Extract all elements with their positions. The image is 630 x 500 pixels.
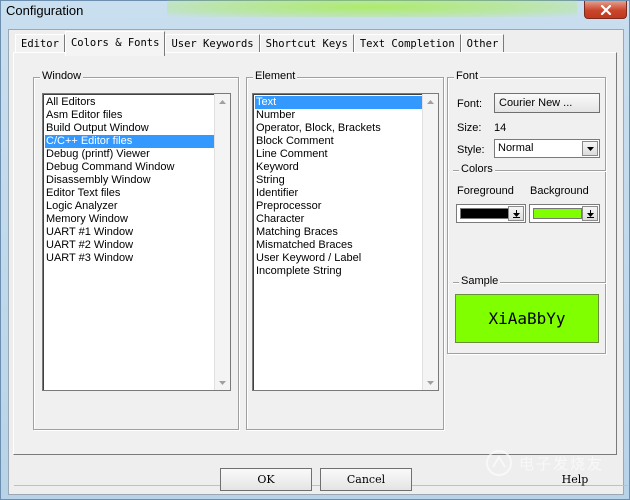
element-listbox[interactable]: Text Number Operator, Block, Brackets Block… [252,93,439,391]
foreground-swatch [460,208,509,219]
dialog-client: Editor Colors & Fonts User Keywords Shor… [8,29,628,495]
watermark-text: 电子发烧友 [519,454,605,473]
scroll-down-icon[interactable] [423,375,438,390]
chevron-down-icon [586,146,594,151]
logo-icon [486,450,512,476]
scroll-down-icon[interactable] [215,375,230,390]
element-list-item[interactable]: Operator, Block, Brackets [255,122,438,135]
tab-other[interactable]: Other [460,34,505,54]
background-color-dropdown[interactable] [529,204,600,223]
element-list-item[interactable]: User Keyword / Label [255,252,438,265]
close-button[interactable] [584,1,627,19]
element-list-item[interactable]: Number [255,109,438,122]
size-label: Size: [457,122,482,134]
element-list-scrollbar[interactable] [422,94,438,390]
cancel-button[interactable]: Cancel [320,468,412,491]
style-dropdown[interactable]: Normal [494,139,600,158]
font-group-label: Font [454,70,481,82]
scroll-up-icon[interactable] [215,94,230,109]
window-list: All Editors Asm Editor files Build Output … [43,94,230,265]
element-list-item[interactable]: Character [255,213,438,226]
window-list-item[interactable]: Disassembly Window [45,174,230,187]
window-list-item[interactable]: Memory Window [45,213,230,226]
colors-group: Colors Foreground Background [453,163,606,236]
scroll-up-icon[interactable] [423,94,438,109]
style-value: Normal [498,142,534,154]
window-list-item[interactable]: UART #3 Window [45,252,230,265]
element-list-item[interactable]: Text [255,96,438,109]
window-list-item[interactable]: Asm Editor files [45,109,230,122]
element-list-item[interactable]: Block Comment [255,135,438,148]
tab-text-completion[interactable]: Text Completion [353,34,461,54]
title-bar[interactable]: Configuration [1,0,629,23]
tab-colors-fonts[interactable]: Colors & Fonts [64,31,166,56]
watermark: 电子发烧友 [485,449,604,477]
size-value: 14 [494,122,507,134]
window-list-item[interactable]: Debug Command Window [45,161,230,174]
colors-group-label: Colors [459,163,495,175]
element-group-label: Element [253,70,298,82]
foreground-label: Foreground [457,185,514,197]
colors-fonts-panel: Window All Editors Asm Editor files Build … [13,52,628,486]
element-group: Element Text Number Operator, Block, Brack… [246,70,444,430]
foreground-color-dropdown[interactable] [456,204,526,223]
font-label: Font: [457,98,483,110]
title-glow [167,0,577,17]
style-label: Style: [457,144,485,156]
window-list-item[interactable]: Logic Analyzer [45,200,230,213]
sample-group-label: Sample [459,275,501,287]
element-list-item[interactable]: Mismatched Braces [255,239,438,252]
element-list: Text Number Operator, Block, Brackets Block… [253,94,438,278]
tab-shortcut-keys[interactable]: Shortcut Keys [259,34,354,54]
down-arrow-line-icon [512,209,520,218]
element-list-item[interactable]: String [255,174,438,187]
dropdown-arrow-button[interactable] [582,206,598,221]
element-list-item[interactable]: Keyword [255,161,438,174]
window-listbox[interactable]: All Editors Asm Editor files Build Output … [42,93,231,391]
ok-button[interactable]: OK [220,468,312,491]
background-label: Background [530,185,589,197]
tab-strip: Editor Colors & Fonts User Keywords Shor… [15,31,505,56]
window-group: Window All Editors Asm Editor files Build … [33,70,239,430]
window-list-item[interactable]: C/C++ Editor files [45,135,230,148]
element-list-item[interactable]: Identifier [255,187,438,200]
font-select-button[interactable]: Courier New ... [494,93,600,113]
window-list-item[interactable]: Build Output Window [45,122,230,135]
element-list-item[interactable]: Matching Braces [255,226,438,239]
element-list-item[interactable]: Line Comment [255,148,438,161]
window-list-item[interactable]: UART #2 Window [45,239,230,252]
configuration-window: Configuration Editor Colors & Fonts User… [0,0,630,500]
window-list-scrollbar[interactable] [214,94,230,390]
down-arrow-line-icon [586,209,594,218]
element-list-item[interactable]: Preprocessor [255,200,438,213]
window-list-item[interactable]: All Editors [45,96,230,109]
window-list-item[interactable]: Debug (printf) Viewer [45,148,230,161]
close-icon [600,4,611,15]
sample-preview: XiAaBbYy [455,294,599,343]
dropdown-arrow-button[interactable] [582,141,598,156]
window-list-item[interactable]: Editor Text files [45,187,230,200]
sample-group: Sample XiAaBbYy [453,275,606,354]
window-group-label: Window [40,70,84,82]
tab-editor[interactable]: Editor [15,34,65,54]
window-title: Configuration [6,3,84,18]
dropdown-arrow-button[interactable] [508,206,524,221]
window-list-item[interactable]: UART #1 Window [45,226,230,239]
element-list-item[interactable]: Incomplete String [255,265,438,278]
background-swatch [533,208,582,219]
tab-user-keywords[interactable]: User Keywords [165,34,260,54]
